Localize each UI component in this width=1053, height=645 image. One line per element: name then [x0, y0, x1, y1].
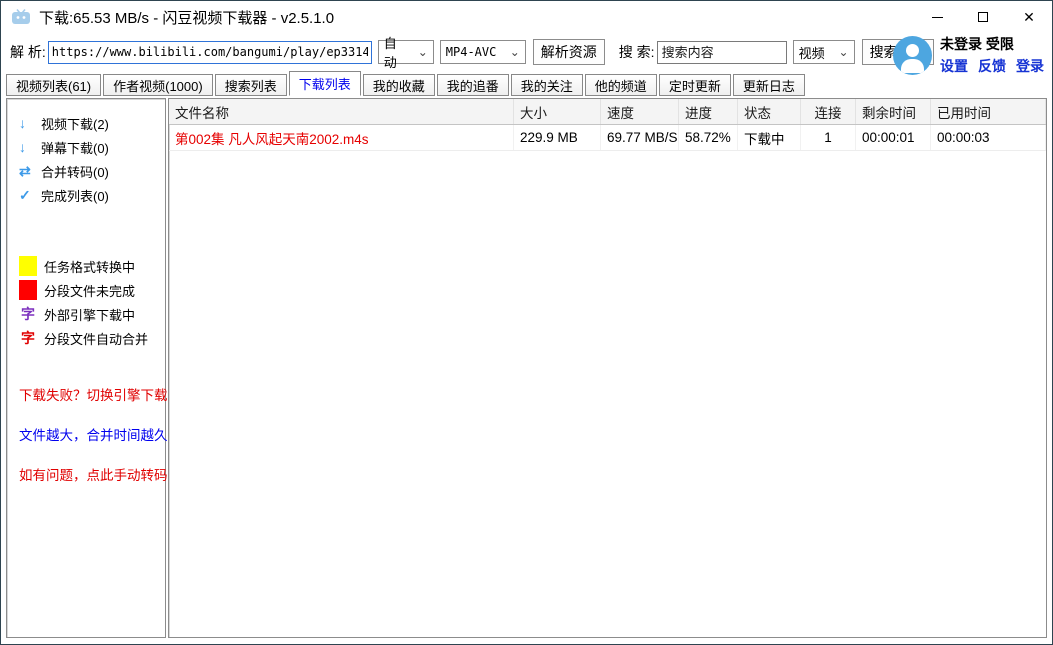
- swap-arrows-icon: ⇄: [19, 163, 34, 180]
- sidebar-item-video-download[interactable]: ↓ 视频下载(2): [19, 111, 165, 135]
- tab-strip: 视频列表(61) 作者视频(1000) 搜索列表 下载列表 我的收藏 我的追番 …: [4, 71, 1052, 96]
- search-input[interactable]: [657, 41, 787, 64]
- app-icon: [11, 9, 31, 25]
- tab-his-channel[interactable]: 他的频道: [585, 74, 657, 96]
- download-arrow-icon: ↓: [19, 115, 34, 131]
- search-type-dropdown[interactable]: 视频 ⌄: [793, 40, 855, 64]
- legend-external-engine: 字 外部引擎下载中: [19, 302, 165, 326]
- col-header-status[interactable]: 状态: [738, 99, 801, 124]
- chevron-down-icon: ⌄: [410, 46, 428, 58]
- sidebar-item-danmaku-download[interactable]: ↓ 弹幕下载(0): [19, 135, 165, 159]
- minimize-icon: [932, 17, 943, 18]
- check-icon: ✓: [19, 187, 34, 204]
- url-input[interactable]: [48, 41, 372, 64]
- sidebar-item-merge-transcode[interactable]: ⇄ 合并转码(0): [19, 159, 165, 183]
- tab-scheduled-update[interactable]: 定时更新: [659, 74, 731, 96]
- legend-auto-merge: 字 分段文件自动合并: [19, 326, 165, 350]
- red-swatch-icon: [19, 280, 37, 300]
- col-header-speed[interactable]: 速度: [601, 99, 679, 124]
- red-char-icon: 字: [19, 328, 37, 348]
- window-title: 下载:65.53 MB/s - 闪豆视频下载器 - v2.5.1.0: [39, 7, 334, 28]
- note-manual-transcode[interactable]: 如有问题，点此手动转码: [19, 454, 165, 494]
- legend-segment-incomplete: 分段文件未完成: [19, 278, 165, 302]
- app-window: 下载:65.53 MB/s - 闪豆视频下载器 - v2.5.1.0 ✕ 解 析…: [0, 0, 1053, 645]
- minimize-button[interactable]: [914, 1, 960, 33]
- cell-filename: 第002集 凡人风起天南2002.m4s: [169, 125, 514, 150]
- purple-char-icon: 字: [19, 304, 37, 324]
- sidebar-item-completed-list[interactable]: ✓ 完成列表(0): [19, 183, 165, 207]
- tab-changelog[interactable]: 更新日志: [733, 74, 805, 96]
- search-label: 搜 索:: [619, 42, 655, 62]
- cell-size: 229.9 MB: [514, 125, 601, 150]
- col-header-progress[interactable]: 进度: [679, 99, 738, 124]
- col-header-size[interactable]: 大小: [514, 99, 601, 124]
- window-controls: ✕: [914, 1, 1052, 33]
- cell-progress: 58.72%: [679, 125, 738, 150]
- cell-speed: 69.77 MB/S: [601, 125, 679, 150]
- tab-following[interactable]: 我的关注: [511, 74, 583, 96]
- format-dropdown-value: MP4-AVC: [446, 45, 497, 59]
- yellow-swatch-icon: [19, 256, 37, 276]
- search-type-dropdown-value: 视频: [799, 43, 825, 62]
- sidebar-notes: 下载失败？切换引擎下载 文件越大，合并时间越久 如有问题，点此手动转码: [19, 374, 165, 494]
- cell-connections: 1: [801, 125, 856, 150]
- user-icon: [906, 44, 919, 57]
- table-header: 文件名称 大小 速度 进度 状态 连接 剩余时间 已用时间: [169, 99, 1046, 125]
- parse-resource-button[interactable]: 解析资源: [533, 39, 605, 65]
- download-list-panel: 文件名称 大小 速度 进度 状态 连接 剩余时间 已用时间 第002集 凡人风起…: [168, 98, 1047, 638]
- col-header-connections[interactable]: 连接: [801, 99, 856, 124]
- note-merge-time: 文件越大，合并时间越久: [19, 414, 165, 454]
- tab-author-videos[interactable]: 作者视频(1000): [103, 74, 213, 96]
- quality-dropdown[interactable]: 自动 ⌄: [378, 40, 434, 64]
- col-header-filename[interactable]: 文件名称: [169, 99, 514, 124]
- tab-video-list[interactable]: 视频列表(61): [6, 74, 101, 96]
- sidebar: ↓ 视频下载(2) ↓ 弹幕下载(0) ⇄ 合并转码(0) ✓ 完成列表(0) …: [6, 98, 166, 638]
- title-bar: 下载:65.53 MB/s - 闪豆视频下载器 - v2.5.1.0 ✕: [1, 1, 1052, 33]
- quality-dropdown-value: 自动: [384, 33, 410, 71]
- close-icon: ✕: [1023, 10, 1035, 24]
- chevron-down-icon: ⌄: [831, 46, 849, 58]
- format-dropdown[interactable]: MP4-AVC ⌄: [440, 40, 526, 64]
- legend-converting: 任务格式转换中: [19, 254, 165, 278]
- login-status: 未登录 受限: [940, 34, 1014, 54]
- tab-bangumi[interactable]: 我的追番: [437, 74, 509, 96]
- table-row[interactable]: 第002集 凡人风起天南2002.m4s 229.9 MB 69.77 MB/S…: [169, 125, 1046, 151]
- download-arrow-icon: ↓: [19, 139, 34, 155]
- tab-favorites[interactable]: 我的收藏: [363, 74, 435, 96]
- tab-search-list[interactable]: 搜索列表: [215, 74, 287, 96]
- cell-status: 下载中: [738, 125, 801, 150]
- avatar[interactable]: [893, 36, 932, 75]
- close-button[interactable]: ✕: [1006, 1, 1052, 33]
- account-area: 未登录 受限 设置 反馈 登录: [893, 34, 1044, 76]
- chevron-down-icon: ⌄: [502, 46, 520, 58]
- note-switch-engine[interactable]: 下载失败？切换引擎下载: [19, 374, 165, 414]
- cell-elapsed: 00:00:03: [931, 125, 1046, 150]
- col-header-remaining[interactable]: 剩余时间: [856, 99, 931, 124]
- cell-remaining: 00:00:01: [856, 125, 931, 150]
- maximize-icon: [978, 12, 988, 22]
- maximize-button[interactable]: [960, 1, 1006, 33]
- col-header-elapsed[interactable]: 已用时间: [931, 99, 1046, 124]
- parse-label: 解 析:: [10, 42, 46, 62]
- tab-download-list[interactable]: 下载列表: [289, 71, 361, 96]
- status-legend: 任务格式转换中 分段文件未完成 字 外部引擎下载中 字 分段文件自动合并: [19, 254, 165, 350]
